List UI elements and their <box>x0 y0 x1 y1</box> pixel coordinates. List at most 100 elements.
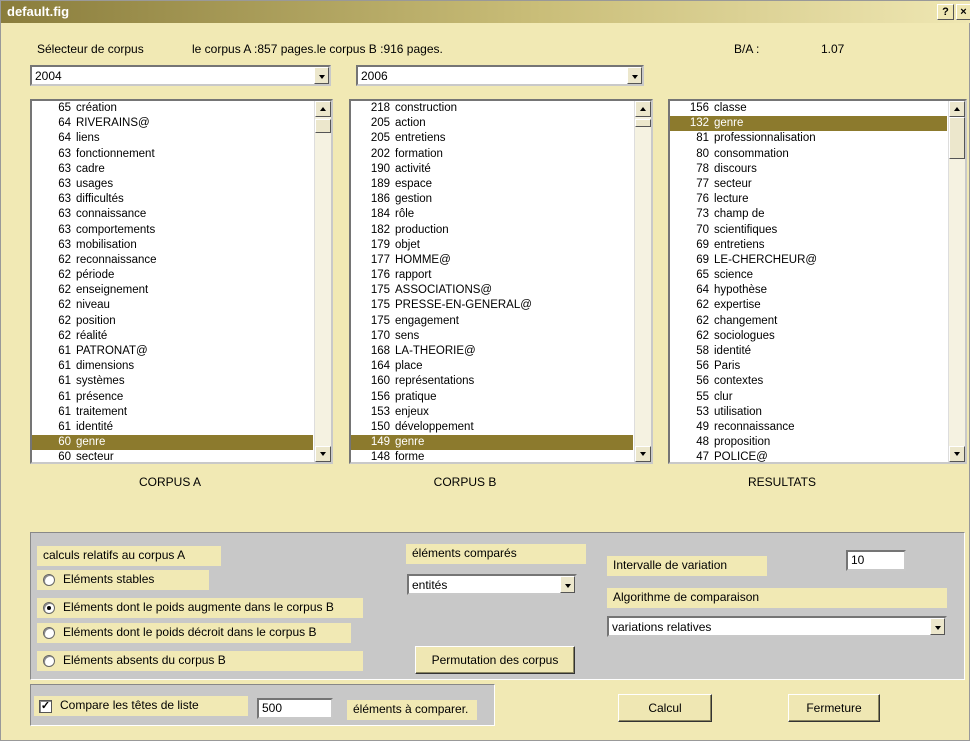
list-item[interactable]: 202 formation <box>351 147 633 162</box>
list-item[interactable]: 205 action <box>351 116 633 131</box>
list-item[interactable]: 63 mobilisation <box>32 238 313 253</box>
list-item[interactable]: 184 rôle <box>351 207 633 222</box>
list-item[interactable]: 62 position <box>32 314 313 329</box>
permutation-button[interactable]: Permutation des corpus <box>415 646 575 674</box>
radio-absent[interactable] <box>43 655 55 667</box>
list-item[interactable]: 63 cadre <box>32 162 313 177</box>
scroll-up-icon[interactable] <box>315 101 331 117</box>
list-item[interactable]: 176 rapport <box>351 268 633 283</box>
list-item[interactable]: 205 entretiens <box>351 131 633 146</box>
list-item[interactable]: 64 hypothèse <box>670 283 947 298</box>
corpus-a-year-select[interactable]: 2004 <box>30 65 331 86</box>
radio-stable-label[interactable]: Eléments stables <box>37 570 209 590</box>
list-item[interactable]: 61 PATRONAT@ <box>32 344 313 359</box>
chevron-down-icon[interactable] <box>627 67 642 84</box>
list-item[interactable]: 53 utilisation <box>670 405 947 420</box>
interval-input[interactable]: 10 <box>846 550 906 571</box>
chevron-down-icon[interactable] <box>560 576 575 593</box>
list-item[interactable]: 62 expertise <box>670 298 947 313</box>
list-item[interactable]: 78 discours <box>670 162 947 177</box>
list-item[interactable]: 63 comportements <box>32 223 313 238</box>
scroll-thumb[interactable] <box>949 117 965 159</box>
radio-decrease[interactable] <box>43 627 55 639</box>
list-item[interactable]: 73 champ de <box>670 207 947 222</box>
list-item[interactable]: 64 RIVERAINS@ <box>32 116 313 131</box>
list-item[interactable]: 218 construction <box>351 101 633 116</box>
help-button[interactable]: ? <box>937 4 954 20</box>
list-item[interactable]: 69 entretiens <box>670 238 947 253</box>
list-item[interactable]: 63 difficultés <box>32 192 313 207</box>
resultats-list[interactable]: 156 classe 132 genre 81 professionnalisation 8… <box>668 99 967 464</box>
list-item[interactable]: 179 objet <box>351 238 633 253</box>
list-item[interactable]: 62 réalité <box>32 329 313 344</box>
list-item[interactable]: 175 engagement <box>351 314 633 329</box>
list-item[interactable]: 63 connaissance <box>32 207 313 222</box>
chevron-down-icon[interactable] <box>314 67 329 84</box>
list-item[interactable]: 47 POLICE@ <box>670 450 947 462</box>
list-item[interactable]: 62 enseignement <box>32 283 313 298</box>
list-item[interactable]: 156 pratique <box>351 390 633 405</box>
radio-absent-label[interactable]: Eléments absents du corpus B <box>37 651 363 671</box>
list-item[interactable]: 62 niveau <box>32 298 313 313</box>
algorithm-select[interactable]: variations relatives <box>607 616 947 637</box>
scroll-up-icon[interactable] <box>949 101 965 117</box>
corpus-b-scrollbar[interactable] <box>634 101 651 462</box>
list-item[interactable]: 61 présence <box>32 390 313 405</box>
corpus-a-list[interactable]: 65 création 64 RIVERAINS@ 64 liens 63 fonctionn… <box>30 99 333 464</box>
list-item[interactable]: 61 dimensions <box>32 359 313 374</box>
list-item[interactable]: 55 clur <box>670 390 947 405</box>
list-item[interactable]: 61 traitement <box>32 405 313 420</box>
list-item[interactable]: 168 LA-THEORIE@ <box>351 344 633 359</box>
list-item[interactable]: 70 scientifiques <box>670 223 947 238</box>
list-item[interactable]: 61 identité <box>32 420 313 435</box>
list-item[interactable]: 64 liens <box>32 131 313 146</box>
list-item[interactable]: 175 ASSOCIATIONS@ <box>351 283 633 298</box>
scroll-thumb[interactable] <box>315 119 331 133</box>
list-item[interactable]: 148 forme <box>351 450 633 462</box>
compare-heads-checkbox[interactable]: ✓ <box>39 700 52 713</box>
chevron-down-icon[interactable] <box>930 618 945 635</box>
fermeture-button[interactable]: Fermeture <box>788 694 880 722</box>
list-item[interactable]: 69 LE-CHERCHEUR@ <box>670 253 947 268</box>
list-item[interactable]: 49 reconnaissance <box>670 420 947 435</box>
list-item[interactable]: 170 sens <box>351 329 633 344</box>
list-item[interactable]: 189 espace <box>351 177 633 192</box>
scroll-down-icon[interactable] <box>949 446 965 462</box>
corpus-a-scrollbar[interactable] <box>314 101 331 462</box>
list-item[interactable]: 63 usages <box>32 177 313 192</box>
resultats-scrollbar[interactable] <box>948 101 965 462</box>
list-item[interactable]: 77 secteur <box>670 177 947 192</box>
close-button[interactable]: × <box>956 4 970 20</box>
scroll-thumb[interactable] <box>635 119 651 127</box>
corpus-b-list[interactable]: 218 construction 205 action 205 entretiens 202… <box>349 99 653 464</box>
list-item[interactable]: 186 gestion <box>351 192 633 207</box>
list-item[interactable]: 76 lecture <box>670 192 947 207</box>
list-item[interactable]: 175 PRESSE-EN-GENERAL@ <box>351 298 633 313</box>
list-item[interactable]: 48 proposition <box>670 435 947 450</box>
count-input[interactable]: 500 <box>257 698 333 719</box>
calcul-button[interactable]: Calcul <box>618 694 712 722</box>
list-item[interactable]: 160 représentations <box>351 374 633 389</box>
compared-elements-select[interactable]: entités <box>407 574 577 595</box>
list-item[interactable]: 149 genre <box>351 435 633 451</box>
list-item[interactable]: 62 sociologues <box>670 329 947 344</box>
scroll-up-icon[interactable] <box>635 101 651 117</box>
list-item[interactable]: 182 production <box>351 223 633 238</box>
list-item[interactable]: 62 reconnaissance <box>32 253 313 268</box>
list-item[interactable]: 190 activité <box>351 162 633 177</box>
list-item[interactable]: 58 identité <box>670 344 947 359</box>
scroll-down-icon[interactable] <box>635 446 651 462</box>
list-item[interactable]: 62 période <box>32 268 313 283</box>
list-item[interactable]: 80 consommation <box>670 147 947 162</box>
scroll-down-icon[interactable] <box>315 446 331 462</box>
corpus-b-year-select[interactable]: 2006 <box>356 65 644 86</box>
radio-decrease-label[interactable]: Eléments dont le poids décroit dans le c… <box>37 623 351 643</box>
list-item[interactable]: 56 Paris <box>670 359 947 374</box>
list-item[interactable]: 60 genre <box>32 435 313 451</box>
radio-stable[interactable] <box>43 574 55 586</box>
list-item[interactable]: 65 science <box>670 268 947 283</box>
list-item[interactable]: 65 création <box>32 101 313 116</box>
list-item[interactable]: 81 professionnalisation <box>670 131 947 146</box>
compare-heads-label[interactable]: Compare les têtes de liste <box>34 696 248 716</box>
list-item[interactable]: 156 classe <box>670 101 947 116</box>
